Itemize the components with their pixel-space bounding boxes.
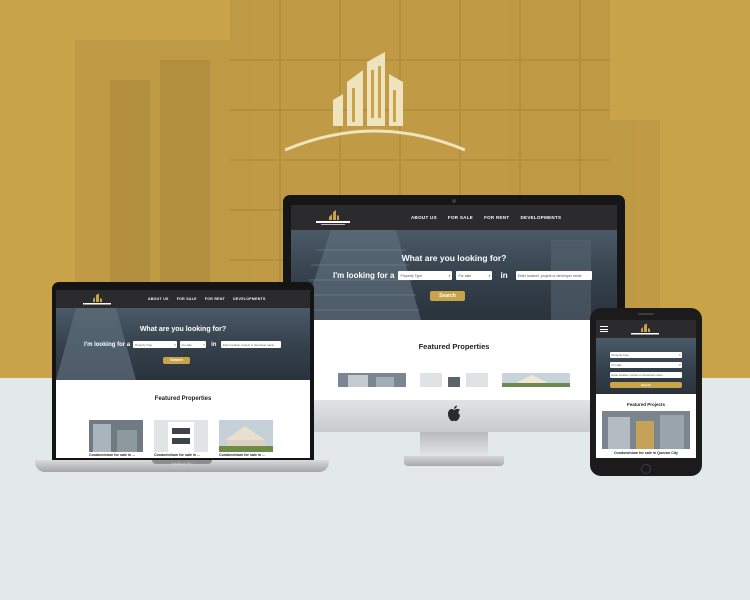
phone-property-type-select[interactable]: Property Type ▾	[610, 352, 682, 358]
macbook-card-2-caption[interactable]: Condominium for sale in ...	[154, 453, 200, 457]
imac-nav-about[interactable]: ABOUT US	[411, 215, 437, 220]
imac-stand-neck	[420, 432, 488, 458]
macbook-screen: ABOUT US FOR SALE FOR RENT DEVELOPMENTS …	[56, 290, 310, 458]
imac-location-input[interactable]: Enter location, project or developer nam…	[515, 271, 592, 280]
macbook-nav-logo-icon	[83, 293, 111, 305]
macbook-nav-links: ABOUT US FOR SALE FOR RENT DEVELOPMENTS	[148, 297, 266, 301]
imac-camera	[452, 199, 456, 203]
imac-stand-foot	[404, 456, 504, 466]
imac-nav-for-rent[interactable]: FOR RENT	[484, 215, 509, 220]
brand-logo-icon	[285, 52, 465, 152]
macbook-lead-label: I'm looking for a	[84, 341, 131, 348]
hamburger-menu-icon[interactable]	[600, 326, 608, 332]
imac-screen: ABOUT US FOR SALE FOR RENT DEVELOPMENTS …	[291, 205, 617, 400]
macbook-card-3-caption[interactable]: Condominium for sale in ...	[219, 453, 265, 457]
macbook-search-button[interactable]: Search	[163, 357, 190, 364]
imac-card-1-photo	[338, 373, 406, 387]
phone-for-sale-select[interactable]: For sale ▾	[610, 362, 682, 368]
imac-nav-developments[interactable]: DEVELOPMENTS	[520, 215, 561, 220]
imac-lead-label: I'm looking for a	[333, 271, 395, 280]
imac-hero-title: What are you looking for?	[401, 253, 507, 263]
phone-home-button[interactable]	[641, 464, 651, 474]
macbook-card-2-photo	[154, 420, 208, 452]
phone-hero: Property Type ▾ For sale ▾ Enter location,…	[596, 338, 696, 394]
imac-property-type-select[interactable]: Property Type ▾	[398, 271, 453, 280]
macbook-card-1-caption[interactable]: Condominium for sale in ...	[89, 453, 135, 457]
macbook-search-row: I'm looking for a Property Type ▾ For sal…	[84, 341, 282, 348]
imac-hero: What are you looking for? I'm looking fo…	[291, 230, 617, 320]
imac-in-label: in	[500, 271, 508, 280]
phone-speaker	[638, 313, 654, 315]
phone-card-photo	[602, 411, 690, 449]
phone-featured-title: Featured Projects	[626, 402, 665, 407]
macbook-nav-for-rent[interactable]: FOR RENT	[205, 297, 225, 301]
imac-nav-links: ABOUT US FOR SALE FOR RENT DEVELOPMENTS	[411, 215, 561, 220]
imac-navbar: ABOUT US FOR SALE FOR RENT DEVELOPMENTS	[291, 205, 617, 230]
imac-search-row: I'm looking for a Property Type ▾ For sal…	[333, 271, 592, 280]
phone-location-input[interactable]: Enter location, project or developer nam…	[610, 372, 682, 378]
phone-navbar	[596, 320, 696, 338]
macbook-nav-about[interactable]: ABOUT US	[148, 297, 169, 301]
imac-search-button[interactable]: Search	[430, 291, 465, 301]
macbook-nav-developments[interactable]: DEVELOPMENTS	[233, 297, 266, 301]
imac-nav-logo-icon	[316, 210, 350, 225]
phone-screen: Property Type ▾ For sale ▾ Enter location,…	[596, 320, 696, 458]
macbook-hero: What are you looking for? I'm looking fo…	[56, 308, 310, 380]
phone-card-caption[interactable]: Condominium for sale in Quezon City	[596, 451, 696, 455]
imac-card-3-photo	[502, 373, 570, 387]
macbook-navbar: ABOUT US FOR SALE FOR RENT DEVELOPMENTS	[56, 290, 310, 308]
macbook-in-label: in	[211, 341, 217, 348]
imac-for-sale-select[interactable]: For sale ▾	[456, 271, 493, 280]
macbook-nav-for-sale[interactable]: FOR SALE	[177, 297, 197, 301]
macbook-card-1-photo	[89, 420, 143, 452]
phone-search-button[interactable]: Search	[610, 382, 682, 388]
macbook-card-3-photo	[219, 420, 273, 452]
imac-nav-for-sale[interactable]: FOR SALE	[448, 215, 473, 220]
macbook-model-label: MacBook Pro	[171, 462, 193, 466]
macbook-featured-title: Featured Properties	[154, 396, 212, 402]
macbook-for-sale-select[interactable]: For sale ▾	[180, 341, 207, 348]
macbook-property-type-select[interactable]: Property Type ▾	[133, 341, 178, 348]
apple-logo-icon	[448, 405, 460, 422]
imac-card-2-photo	[420, 373, 488, 387]
macbook-hero-title: What are you looking for?	[139, 326, 227, 333]
phone-nav-logo-icon	[631, 323, 659, 335]
macbook-location-input[interactable]: Enter location, project or developer nam…	[221, 341, 282, 348]
imac-featured-title: Featured Properties	[418, 342, 490, 351]
